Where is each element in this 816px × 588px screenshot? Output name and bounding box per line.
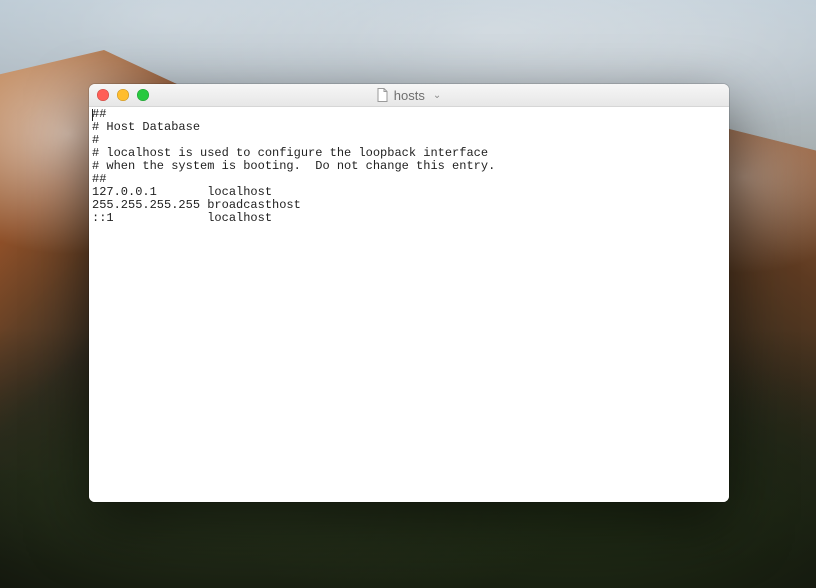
zoom-button[interactable]: [137, 89, 149, 101]
text-editor[interactable]: ## # Host Database # # localhost is used…: [89, 107, 729, 502]
close-button[interactable]: [97, 89, 109, 101]
text-caret: [92, 109, 93, 121]
textedit-window: hosts ⌄ ## # Host Database # # localhost…: [89, 84, 729, 502]
title-dropdown[interactable]: hosts ⌄: [377, 88, 441, 103]
chevron-down-icon: ⌄: [433, 90, 441, 101]
desktop-background: hosts ⌄ ## # Host Database # # localhost…: [0, 0, 816, 588]
editor-content[interactable]: ## # Host Database # # localhost is used…: [89, 107, 729, 225]
window-titlebar[interactable]: hosts ⌄: [89, 84, 729, 107]
minimize-button[interactable]: [117, 89, 129, 101]
window-controls: [97, 89, 149, 101]
document-icon: [377, 88, 388, 102]
window-title: hosts: [394, 88, 425, 103]
